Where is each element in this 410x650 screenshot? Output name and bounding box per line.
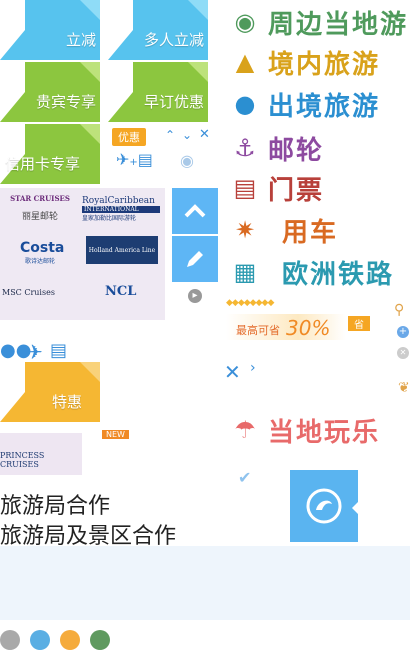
tourism-bureau-heading: 旅游局合作 — [0, 494, 111, 519]
cruise-ship-icon: ⚓ — [234, 134, 256, 162]
category-label: 周边当地游 — [268, 9, 409, 40]
discount-flag-label: 优惠 — [118, 131, 140, 144]
tile-label: 早订优惠 — [143, 93, 204, 111]
brand-name: PRINCESS CRUISES — [0, 451, 45, 469]
scroll-up-button[interactable] — [172, 188, 218, 234]
tile-label: 贵宾专享 — [35, 93, 96, 111]
brand-holland-america[interactable]: Holland America Line — [86, 236, 158, 264]
chevron-down-icon[interactable]: ⌄ — [182, 128, 192, 142]
tile-label: 特惠 — [51, 393, 82, 411]
color-dot-blue[interactable] — [30, 630, 50, 650]
category-label: 欧洲铁路 — [282, 259, 395, 290]
category-outbound[interactable]: ● 出境旅游 — [228, 84, 380, 124]
category-tickets[interactable]: ▤ 门票 — [228, 168, 324, 208]
category-label: 门票 — [268, 175, 325, 206]
ticket-icon: ▤ — [233, 174, 257, 202]
next-arrow-icon[interactable]: ▸ — [188, 289, 202, 303]
tile-credit-card[interactable]: 信用卡专享 — [0, 124, 110, 184]
chevron-up-icon — [184, 204, 206, 218]
tile-vip-exclusive[interactable]: 贵宾专享 — [0, 62, 110, 122]
plus-circle-icon[interactable]: + — [397, 326, 409, 338]
close-circle-icon[interactable]: ✕ — [397, 347, 409, 359]
category-label: 出境旅游 — [268, 91, 381, 122]
save-badge-label: 省 — [354, 320, 364, 331]
brand-name: MSC Cruises — [2, 288, 55, 297]
brand-cn-name: 皇家加勒比国际游轮 — [82, 215, 137, 222]
brand-cn-name: 丽星邮轮 — [21, 212, 58, 222]
brand-name: NCL — [105, 284, 137, 299]
new-badge-label: NEW — [106, 430, 125, 439]
dolphin-icon — [306, 488, 342, 524]
edit-button[interactable] — [172, 236, 218, 282]
brand-name: RoyalCaribbean — [82, 196, 155, 206]
category-label: 邮轮 — [268, 135, 325, 166]
chevron-up-icon[interactable]: ⌃ — [165, 128, 175, 142]
brand-msc[interactable]: MSC Cruises — [2, 288, 55, 297]
tile-group-discount[interactable]: 多人立减 — [108, 0, 218, 60]
tile-label: 立减 — [65, 31, 96, 49]
beach-umbrella-icon: ☂ — [234, 416, 256, 444]
pencil-icon — [187, 251, 203, 267]
tile-label: 信用卡专享 — [4, 155, 80, 173]
tile-special-offer[interactable]: 特惠 — [0, 362, 110, 422]
checkmark-icon: ✔ — [238, 468, 252, 487]
savings-prefix: 最高可省 — [236, 324, 280, 337]
tile-instant-discount[interactable]: 立减 — [0, 0, 110, 60]
brand-ncl[interactable]: NCL — [105, 284, 136, 299]
savings-banner: 最高可省 30% — [226, 314, 346, 340]
category-car-rental[interactable]: ✷ 用车 — [228, 210, 338, 250]
category-label: 用车 — [282, 217, 339, 248]
close-icon[interactable]: ✕ — [199, 127, 210, 142]
flight-hotel-icon: ✈+▤ — [116, 150, 153, 169]
tile-early-booking[interactable]: 早订优惠 — [108, 62, 218, 122]
tile-label: 多人立减 — [143, 31, 204, 49]
steering-wheel-icon: ✷ — [234, 216, 256, 244]
map-pin-icon: ◉ — [234, 8, 256, 36]
chevron-right-icon[interactable]: › — [250, 360, 256, 376]
discount-flag: 优惠 — [112, 128, 146, 146]
color-dot-orange[interactable] — [60, 630, 80, 650]
plane-icon[interactable]: ✈ — [26, 340, 43, 364]
color-dot-gray[interactable] — [0, 630, 20, 650]
brand-sub: INTERNATIONAL — [82, 206, 160, 213]
brand-star-cruises[interactable]: STAR CRUISES 丽星邮轮 — [10, 194, 70, 222]
brand-princess-cruises[interactable]: PRINCESS CRUISES — [0, 433, 82, 475]
category-domestic[interactable]: ▲ 境内旅游 — [228, 42, 380, 82]
category-cruise[interactable]: ⚓ 邮轮 — [228, 128, 324, 168]
china-map-icon: ▲ — [235, 48, 255, 76]
color-dot-green[interactable] — [90, 630, 110, 650]
dolphin-app-button[interactable] — [290, 470, 358, 542]
brand-name: STAR CRUISES — [10, 194, 70, 203]
new-badge: NEW — [102, 430, 129, 439]
brand-royal-caribbean[interactable]: RoyalCaribbean INTERNATIONAL 皇家加勒比国际游轮 — [82, 196, 160, 222]
category-local-fun[interactable]: ☂ 当地玩乐 — [228, 410, 380, 450]
savings-value: 30% — [286, 316, 331, 340]
category-europe-rail[interactable]: ▦ 欧洲铁路 — [228, 252, 394, 292]
category-label: 境内旅游 — [268, 49, 381, 80]
panel-pointer — [352, 502, 358, 514]
category-label: 当地玩乐 — [268, 417, 381, 448]
globe-plane-icon: ● — [234, 90, 256, 118]
category-nearby-local[interactable]: ◉ 周边当地游 — [228, 2, 408, 42]
footer-panel — [0, 546, 410, 620]
search-icon[interactable]: ⚲ — [394, 302, 404, 318]
brand-cn-name: 歌诗达邮轮 — [24, 258, 55, 265]
location-pin-icon: ◉ — [180, 151, 194, 170]
brand-name: Holland America Line — [88, 246, 156, 254]
brand-name: Costa — [20, 240, 65, 256]
brand-costa[interactable]: Costa 歌诗达邮轮 — [20, 240, 65, 265]
diamond-rating-icon: ◆◆◆◆◆◆◆◆ — [226, 298, 274, 308]
cruise-brands-panel: STAR CRUISES 丽星邮轮 RoyalCaribbean INTERNA… — [0, 188, 165, 320]
save-badge: 省 — [348, 316, 370, 331]
close-x-icon[interactable]: ✕ — [224, 360, 241, 384]
feather-icon: ❦ — [398, 380, 410, 396]
bed-icon[interactable]: ▤ — [50, 340, 67, 361]
city-skyline-icon: ▦ — [233, 258, 257, 286]
